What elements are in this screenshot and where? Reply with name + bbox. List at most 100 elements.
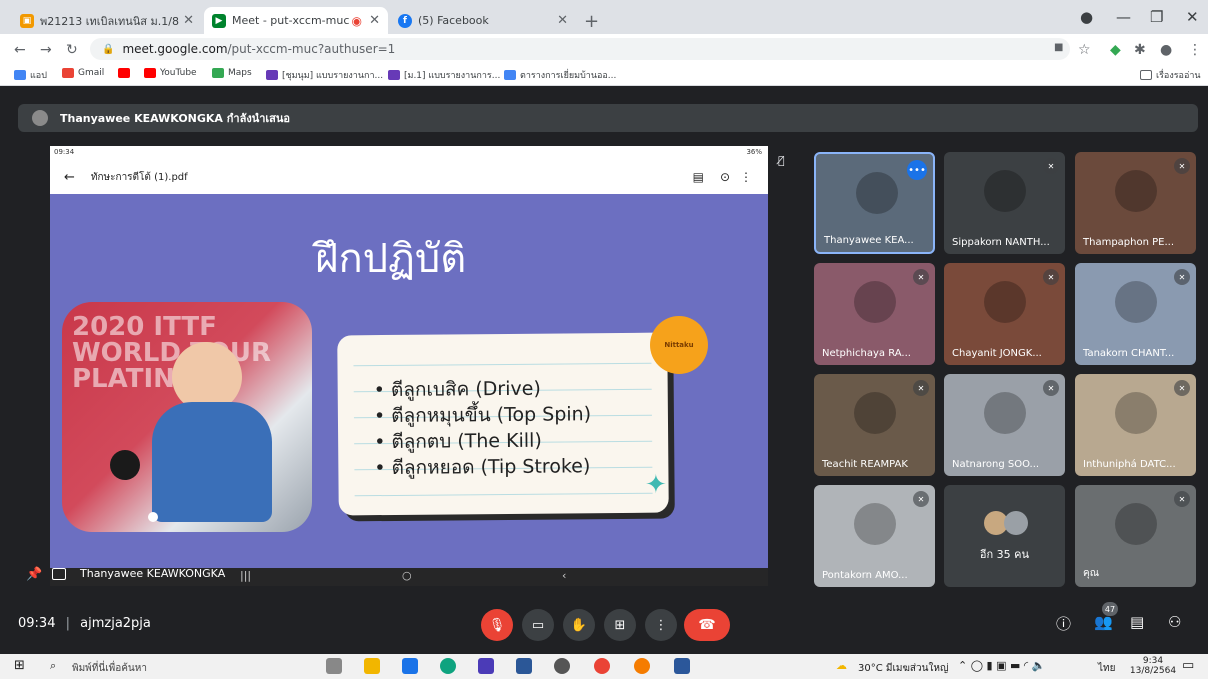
close-icon[interactable]: ✕ (369, 13, 380, 28)
bookmark-form-2[interactable]: [ม.1] แบบรายงานการ... (388, 68, 500, 82)
card-rule (354, 492, 653, 497)
activities-button[interactable]: ⚇ (1168, 613, 1181, 631)
chat-button[interactable]: ▤ (1130, 613, 1144, 631)
app-icon[interactable] (478, 658, 494, 674)
input-language[interactable]: ไทย (1098, 661, 1115, 676)
recents-icon: ||| (240, 569, 252, 582)
present-button[interactable]: ⊞ (604, 609, 636, 641)
participant-tile[interactable]: Sippakorn NANTH... ✕ (944, 152, 1065, 254)
participant-tile[interactable]: Tanakorn CHANT... ✕ (1075, 263, 1196, 365)
meeting-details-button[interactable]: ⓘ (1056, 613, 1071, 634)
mic-off-icon: ✕ (913, 269, 929, 285)
address-bar[interactable]: 🔒 meet.google.com/put-xccm-muc?authuser=… (90, 38, 1070, 60)
word-icon[interactable] (674, 658, 690, 674)
nittaku-ball-logo: Nittaku (650, 316, 708, 374)
participant-tile[interactable]: Thanyawee KEA... ••• (814, 152, 935, 254)
camera-icon[interactable]: ■ (1054, 42, 1063, 53)
youtube-icon (118, 68, 130, 78)
minimize-button[interactable]: — (1116, 8, 1131, 26)
avatar (32, 110, 48, 126)
raise-hand-button[interactable]: ✋ (563, 609, 595, 641)
browser-toolbar: ← → ↻ 🔒 meet.google.com/put-xccm-muc?aut… (0, 34, 1208, 64)
bookmark-youtube-icon-only[interactable] (118, 68, 134, 78)
pin-icon[interactable]: 📌 (26, 567, 42, 582)
tab-meet[interactable]: ▶ Meet - put-xccm-muc ◉ ✕ (204, 7, 388, 34)
participant-tile[interactable]: Teachit REAMPAK ✕ (814, 374, 935, 476)
participant-tile[interactable]: Thampaphon PE... ✕ (1075, 152, 1196, 254)
bookmark-maps[interactable]: Maps (212, 68, 252, 78)
facebook-icon: f (398, 13, 412, 28)
mic-off-icon: ✕ (913, 380, 929, 396)
participant-video (1115, 503, 1157, 545)
extension-icon[interactable]: ◆ (1110, 42, 1121, 58)
participant-tile[interactable]: คุณ ✕ (1075, 485, 1196, 587)
leave-call-button[interactable]: ☎ (684, 609, 730, 641)
bookmark-youtube[interactable]: YouTube (144, 68, 197, 78)
more-vert-icon: ⋮ (740, 170, 752, 184)
mic-toggle-button[interactable]: 🎙 (481, 609, 513, 641)
camera-toggle-button[interactable]: ▭ (522, 609, 554, 641)
more-options-button[interactable]: ⋮ (645, 609, 677, 641)
close-window-button[interactable]: ✕ (1186, 8, 1199, 26)
participant-name: Thanyawee KEA... (824, 235, 914, 246)
meeting-code: ajmzja2pja (80, 616, 151, 631)
taskbar-clock[interactable]: 9:34 13/8/2564 (1128, 656, 1178, 676)
participant-tile[interactable]: Inthuniphá DATC... ✕ (1075, 374, 1196, 476)
presenter-name-label: Thanyawee KEAWKONGKA (80, 567, 226, 580)
file-explorer-icon[interactable] (364, 658, 380, 674)
bullet-item: • ตีลูกเบสิค (Drive) (373, 377, 541, 402)
more-options-icon[interactable]: ••• (907, 160, 927, 180)
participant-name: Pontakorn AMO... (822, 570, 908, 581)
account-icon[interactable]: ● (1080, 8, 1093, 26)
photos-icon[interactable] (516, 658, 532, 674)
puzzle-icon[interactable]: ✱ (1134, 42, 1146, 58)
participant-tile[interactable]: อีก 35 คน (944, 485, 1065, 587)
taskbar-search-input[interactable]: พิมพ์ที่นี่เพื่อค้นหา (72, 661, 147, 676)
windows-start-icon[interactable]: ⊞ (14, 658, 25, 673)
more-vert-icon: ⋮ (654, 617, 668, 633)
bullet-item: • ตีลูกหยอด (Tip Stroke) (374, 455, 591, 480)
bookmark-gmail[interactable]: Gmail (62, 68, 104, 78)
bookmark-form-1[interactable]: [ชุมนุม] แบบรายงานกา... (266, 68, 383, 82)
camera-icon: ▭ (531, 617, 545, 633)
tab-facebook[interactable]: f (5) Facebook ✕ (390, 7, 576, 34)
back-button[interactable]: ← (14, 42, 26, 58)
meeting-info: 09:34 | ajmzja2pja (18, 616, 151, 631)
url-path: /put-xccm-muc?authuser=1 (227, 42, 396, 56)
forward-button[interactable]: → (40, 42, 52, 58)
participant-video (854, 392, 896, 434)
participant-video (856, 172, 898, 214)
bookmark-docs[interactable]: ตารางการเยี่ยมบ้านออ... (504, 68, 616, 82)
participant-tile[interactable]: Netphichaya RA... ✕ (814, 263, 935, 365)
close-icon[interactable]: ✕ (557, 13, 568, 28)
fruit-app-icon[interactable] (634, 658, 650, 674)
bookmark-apps[interactable]: แอป (14, 68, 47, 82)
tray-icons[interactable]: ⌃ ◯ ▮ ▣ ▬ ◜ 🔈 (958, 659, 1045, 672)
mail-icon[interactable] (402, 658, 418, 674)
settings-icon[interactable] (554, 658, 570, 674)
weather-text[interactable]: 30°C มีเมฆส่วนใหญ่ (858, 661, 948, 676)
restore-button[interactable]: ❐ (1150, 8, 1163, 26)
tab-strip: ▣ พ21213 เทเบิลเทนนิส ม.1/8 ✕ ▶ Meet - p… (0, 0, 1208, 34)
task-view-icon[interactable] (326, 658, 342, 674)
classroom-icon: ▣ (20, 13, 34, 28)
profile-avatar[interactable]: ● (1160, 42, 1172, 58)
menu-icon[interactable]: ⋮ (1188, 42, 1202, 58)
home-icon: ○ (402, 569, 412, 582)
participant-tile[interactable]: Pontakorn AMO... ✕ (814, 485, 935, 587)
notification-icon[interactable]: ▭ (1182, 658, 1194, 673)
tab-class[interactable]: ▣ พ21213 เทเบิลเทนนิส ม.1/8 ✕ (12, 7, 202, 34)
forms-icon (266, 70, 278, 80)
search-icon: ⌕ (50, 659, 57, 672)
reading-list-button[interactable]: เรื่องรออ่าน (1140, 68, 1201, 82)
edge-icon[interactable] (440, 658, 456, 674)
participant-tile[interactable]: Natnarong SOO... ✕ (944, 374, 1065, 476)
chrome-icon[interactable] (594, 658, 610, 674)
new-tab-button[interactable]: + (584, 11, 599, 32)
back-arrow-icon: ← (64, 169, 75, 185)
close-icon[interactable]: ✕ (183, 13, 194, 28)
reload-button[interactable]: ↻ (66, 42, 78, 58)
tab-title: (5) Facebook (418, 14, 489, 27)
participant-tile[interactable]: Chayanit JONGK... ✕ (944, 263, 1065, 365)
star-icon[interactable]: ☆ (1078, 42, 1091, 58)
